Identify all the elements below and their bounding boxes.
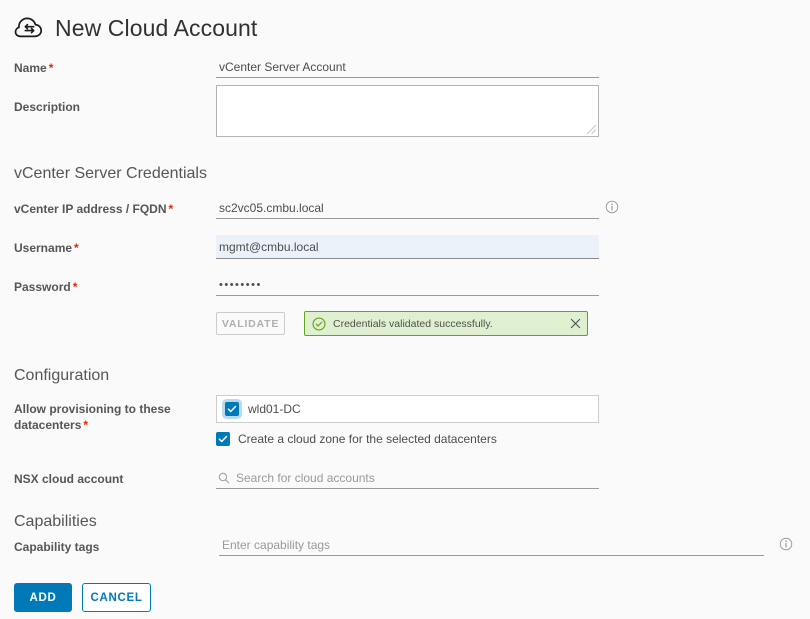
datacenter-checkbox-wld01-dc[interactable] [225,402,239,416]
nsx-cloud-account-label: NSX cloud account [14,472,124,486]
new-cloud-account-page: New Cloud Account Name * vCenter Server A… [0,0,810,619]
create-cloud-zone-checkbox[interactable] [216,432,230,446]
capability-tags-placeholder: Enter capability tags [222,537,331,552]
description-label: Description [14,100,81,114]
cloud-sync-icon [14,12,46,44]
add-button[interactable]: ADD [14,583,72,612]
required-marker: * [72,280,78,294]
close-icon[interactable] [570,318,581,329]
nsx-cloud-account-placeholder: Search for cloud accounts [236,471,375,485]
capability-tags-label: Capability tags [14,540,100,554]
vcenter-host-value: sc2vc05.cmbu.local [219,200,324,215]
vcenter-host-label: vCenter IP address / FQDN * [14,202,174,216]
username-label: Username * [14,241,79,255]
validate-button[interactable]: VALIDATE [216,312,285,335]
page-title: New Cloud Account [55,14,258,41]
datacenters-select[interactable]: wld01-DC [216,395,599,423]
info-icon[interactable] [779,537,793,551]
create-cloud-zone-row[interactable]: Create a cloud zone for the selected dat… [216,432,497,446]
resize-handle-icon[interactable] [586,124,597,135]
username-input[interactable]: mgmt@cmbu.local [216,235,599,259]
cancel-button[interactable]: CANCEL [82,583,151,612]
info-icon[interactable] [605,200,619,214]
configuration-section-title: Configuration [14,367,110,384]
credentials-section-title: vCenter Server Credentials [14,165,207,182]
validation-success-alert: Credentials validated successfully. [304,311,588,336]
check-circle-icon [312,316,326,331]
vcenter-host-input[interactable]: sc2vc05.cmbu.local [216,197,599,219]
capabilities-section-title: Capabilities [14,513,97,530]
name-input[interactable]: vCenter Server Account [216,56,599,78]
create-cloud-zone-label: Create a cloud zone for the selected dat… [238,432,497,446]
password-label: Password * [14,280,78,294]
username-value: mgmt@cmbu.local [219,239,319,254]
password-input[interactable]: •••••••• [216,274,599,296]
datacenter-name: wld01-DC [248,402,301,416]
name-label: Name * [14,61,54,75]
description-textarea[interactable] [216,85,599,137]
datacenters-label: Allow provisioning to these datacenters * [14,402,171,432]
required-marker: * [168,202,174,216]
page-header: New Cloud Account [14,12,257,44]
password-value: •••••••• [219,278,262,291]
name-input-value: vCenter Server Account [219,59,346,74]
alert-message: Credentials validated successfully. [333,317,493,330]
search-icon [218,472,230,484]
required-marker: * [83,418,89,432]
nsx-cloud-account-search-input[interactable]: Search for cloud accounts [216,468,599,489]
required-marker: * [48,61,54,75]
capability-tags-input[interactable]: Enter capability tags [219,534,764,556]
required-marker: * [74,241,79,255]
